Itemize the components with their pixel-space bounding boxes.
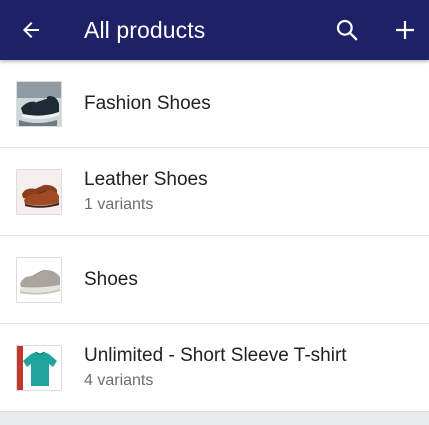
product-row-leather-shoes[interactable]: Leather Shoes 1 variants [0, 148, 429, 236]
app-bar: All products [0, 0, 429, 60]
product-name: Leather Shoes [84, 169, 208, 190]
product-row-fashion-shoes[interactable]: Fashion Shoes [0, 60, 429, 148]
arrow-back-icon [23, 22, 39, 38]
product-list: Fashion Shoes Leather Shoes 1 variants S… [0, 60, 429, 412]
add-product-button[interactable] [386, 11, 424, 49]
sneaker-thumbnail [16, 81, 62, 127]
search-icon [336, 19, 358, 41]
product-row-t-shirt[interactable]: Unlimited - Short Sleeve T-shirt 4 varia… [0, 324, 429, 412]
product-variants: 1 variants [84, 196, 154, 213]
teal-tshirt-thumbnail [16, 345, 62, 391]
add-icon [396, 21, 414, 39]
search-button[interactable] [328, 11, 366, 49]
brown-leather-shoe-thumbnail [16, 169, 62, 215]
page-title: All products [84, 17, 206, 43]
product-row-shoes[interactable]: Shoes [0, 236, 429, 324]
product-name: Unlimited - Short Sleeve T-shirt [84, 345, 347, 366]
back-button[interactable] [12, 11, 50, 49]
product-variants: 4 variants [84, 372, 154, 389]
product-name: Fashion Shoes [84, 93, 211, 114]
grey-shoe-thumbnail [16, 257, 62, 303]
product-name: Shoes [84, 269, 138, 290]
